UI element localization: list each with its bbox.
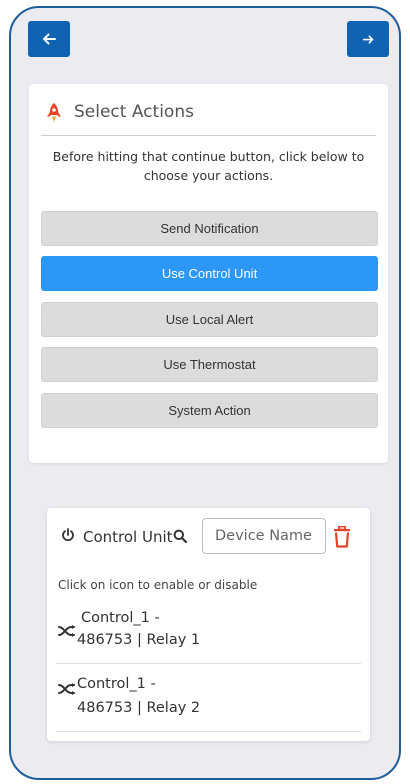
device-item-relay-2[interactable]: Control_1 - 486753 | Relay 2 [56, 676, 361, 732]
rocket-icon [45, 102, 63, 129]
power-icon [61, 527, 75, 547]
send-notification-button[interactable]: Send Notification [41, 211, 378, 246]
trash-icon[interactable] [333, 525, 351, 553]
device-relay-line: 486753 | Relay 1 [77, 632, 201, 648]
select-actions-card: Select Actions Before hitting that conti… [29, 84, 388, 463]
select-actions-header: Select Actions [41, 101, 376, 136]
use-local-alert-button[interactable]: Use Local Alert [41, 302, 378, 337]
search-icon[interactable] [173, 529, 188, 548]
shuffle-icon[interactable] [58, 624, 76, 643]
control-unit-title: Control Unit [83, 528, 173, 546]
toggle-hint: Click on icon to enable or disable [58, 578, 258, 592]
system-action-button[interactable]: System Action [41, 393, 378, 428]
control-unit-heading: Control Unit [61, 527, 173, 547]
select-actions-description: Before hitting that continue button, cli… [52, 149, 365, 183]
shuffle-icon[interactable] [58, 682, 76, 701]
device-item-relay-1[interactable]: Control_1 - 486753 | Relay 1 [56, 610, 361, 664]
device-name-input[interactable] [202, 518, 326, 554]
arrow-left-icon [41, 31, 57, 47]
use-control-unit-button[interactable]: Use Control Unit [41, 256, 378, 291]
back-button[interactable] [28, 21, 70, 57]
use-thermostat-button[interactable]: Use Thermostat [41, 347, 378, 382]
forward-button[interactable] [347, 21, 389, 57]
device-name-line: Control_1 - [77, 676, 156, 692]
device-relay-line: 486753 | Relay 2 [77, 700, 201, 716]
device-name-line: Control_1 - [81, 610, 160, 626]
control-unit-panel: Control Unit Click on icon to enable or … [47, 508, 370, 741]
select-actions-title: Select Actions [74, 102, 194, 122]
arrow-right-icon [362, 33, 375, 46]
